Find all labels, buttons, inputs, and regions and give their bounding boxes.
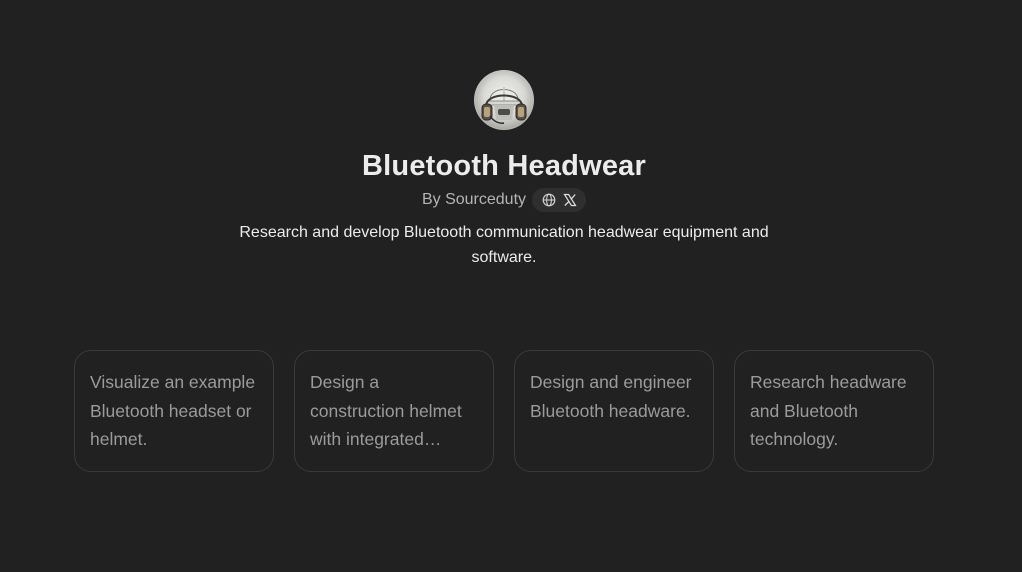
globe-icon[interactable]	[541, 193, 556, 208]
gpt-title: Bluetooth Headwear	[362, 150, 646, 182]
gpt-byline-row: By Sourceduty	[421, 188, 587, 212]
author-social-links	[532, 188, 587, 212]
gpt-landing-page: Bluetooth Headwear By Sourceduty Researc…	[0, 0, 1022, 572]
starter-card[interactable]: Design a construction helmet with integr…	[294, 350, 494, 472]
starter-text: Design a construction helmet with integr…	[310, 372, 462, 449]
starter-text: Research headware and Bluetooth technolo…	[750, 372, 907, 449]
starter-text: Design and engineer Bluetooth headware.	[530, 372, 692, 421]
starter-card[interactable]: Design and engineer Bluetooth headware.	[514, 350, 714, 472]
gpt-header: Bluetooth Headwear By Sourceduty Researc…	[0, 70, 1008, 270]
starter-text: Visualize an example Bluetooth headset o…	[90, 372, 256, 449]
gpt-description: Research and develop Bluetooth communica…	[239, 224, 769, 266]
bluetooth-helmet-headset-icon	[481, 87, 527, 124]
starter-card[interactable]: Research headware and Bluetooth technolo…	[734, 350, 934, 472]
x-icon[interactable]	[562, 193, 577, 208]
gpt-avatar	[474, 70, 534, 130]
starter-card[interactable]: Visualize an example Bluetooth headset o…	[74, 350, 274, 472]
conversation-starters: Visualize an example Bluetooth headset o…	[74, 350, 934, 472]
gpt-author: By Sourceduty	[421, 191, 527, 208]
